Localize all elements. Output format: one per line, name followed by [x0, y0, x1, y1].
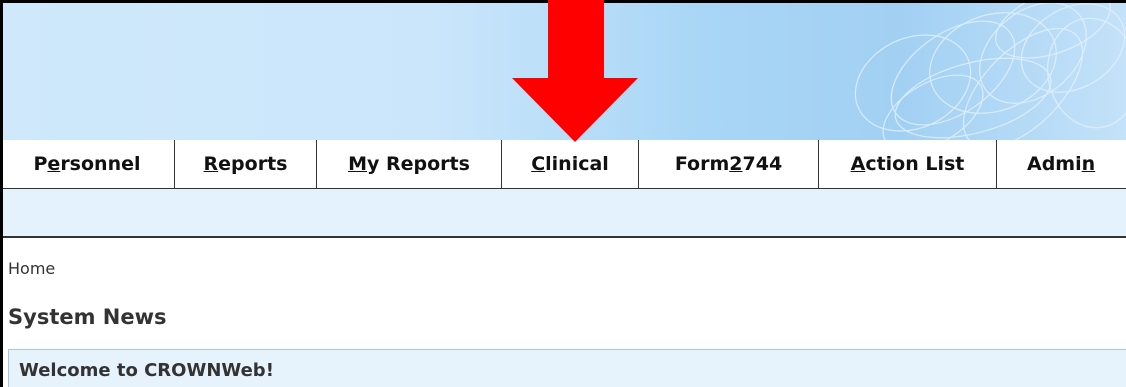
nav-label-part: 744	[742, 153, 783, 175]
news-item-title: Welcome to CROWNWeb!	[19, 359, 274, 381]
nav-accesskey: 2	[729, 153, 743, 175]
nav-tab-form-2744[interactable]: Form 2 744	[639, 140, 819, 188]
nav-label-part: Admi	[1027, 153, 1082, 175]
page-title: System News	[8, 305, 167, 329]
sub-navigation-bar	[0, 189, 1126, 238]
nav-tab-action-list[interactable]: Action List	[819, 140, 997, 188]
frame-border-left	[0, 0, 3, 387]
nav-tab-admin[interactable]: Admi n	[997, 140, 1126, 188]
nav-accesskey: R	[203, 153, 219, 175]
nav-label-part: Form	[674, 153, 730, 175]
nav-accesskey: n	[1081, 153, 1096, 175]
nav-tab-reports[interactable]: Reports	[175, 140, 317, 188]
nav-label-part: P	[33, 153, 48, 175]
nav-label-part: linical	[545, 153, 609, 175]
nav-accesskey: M	[348, 153, 367, 175]
breadcrumb[interactable]: Home	[8, 259, 55, 278]
nav-accesskey: C	[531, 153, 546, 175]
nav-tab-my-reports[interactable]: My Reports	[317, 140, 502, 188]
news-item-header: Welcome to CROWNWeb!	[8, 349, 1126, 387]
nav-label-part: ction List	[865, 153, 965, 175]
red-down-arrow	[512, 0, 638, 142]
nav-tab-clinical[interactable]: Clinical	[502, 140, 639, 188]
nav-accesskey: A	[850, 153, 866, 175]
nav-tab-personnel[interactable]: Pe rsonnel	[0, 140, 175, 188]
nav-label-part: rsonnel	[60, 153, 141, 175]
nav-label-part: y Reports	[366, 153, 470, 175]
nav-accesskey: e	[47, 153, 61, 175]
nav-label-part: eports	[218, 153, 288, 175]
app-frame: Pe rsonnel Reports My Reports Clinical Fo…	[0, 0, 1126, 387]
decorative-swirl-graphic	[854, 3, 1126, 140]
main-nav: Pe rsonnel Reports My Reports Clinical Fo…	[0, 140, 1126, 189]
